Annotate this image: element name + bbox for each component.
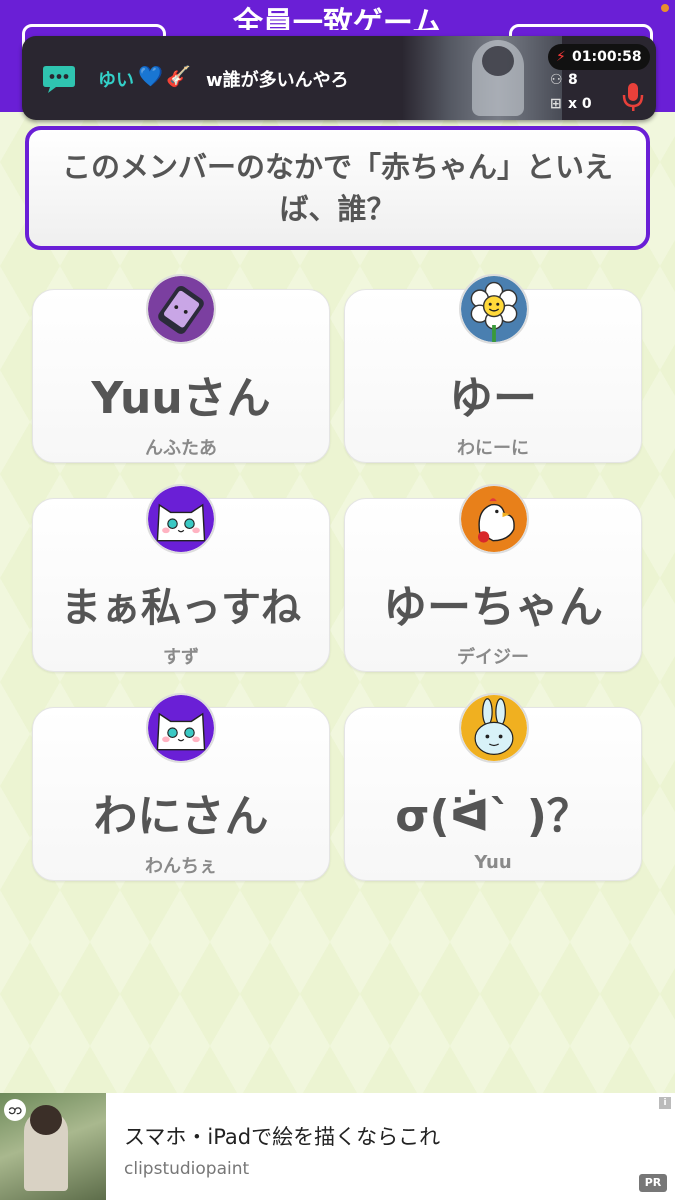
stream-timer: ⚡ 01:00:58 <box>548 44 650 70</box>
microphone-icon[interactable] <box>622 82 644 112</box>
player-name: すず <box>163 647 199 668</box>
cat-icon <box>146 693 216 763</box>
player-name: わんちぇ <box>145 856 217 877</box>
ad-image: ဘ <box>0 1093 106 1200</box>
answer-text: まぁ私っすね <box>61 585 301 631</box>
phone-icon <box>146 274 216 344</box>
timer-value: 01:00:58 <box>572 49 642 65</box>
question-text: このメンバーのなかで「赤ちゃん」といえば、誰？ <box>61 150 613 226</box>
viewer-count: ⚇ 8 <box>550 72 578 88</box>
rabbit-icon <box>459 693 529 763</box>
answer-text: ゆーちゃん <box>383 582 603 633</box>
answer-text: Yuuさん <box>91 373 271 424</box>
lightning-icon: ⚡ <box>556 49 566 65</box>
stream-thumbnail <box>402 36 562 120</box>
stream-overlay[interactable]: ゆい 💙 🎸 w誰が多いんやろ ⚡ 01:00:58 ⚇ 8 ⊞ x 0 <box>22 36 656 120</box>
player-name: Yuu <box>474 852 512 873</box>
gift-icon: ⊞ <box>550 96 562 112</box>
ad-title: スマホ・iPadで絵を描くならこれ <box>124 1125 441 1149</box>
player-name: デイジー <box>457 647 529 668</box>
chat-username: ゆい <box>98 70 134 91</box>
pr-badge: PR <box>639 1174 667 1192</box>
question-panel: このメンバーのなかで「赤ちゃん」といえば、誰？ <box>25 126 650 250</box>
viewer-count-value: 8 <box>568 72 578 88</box>
blue-heart-icon: 💙 <box>138 64 163 88</box>
chat-message: w誰が多いんやろ <box>206 70 349 91</box>
ad-info-icon[interactable]: i <box>659 1097 671 1109</box>
ad-banner[interactable]: ဘ スマホ・iPadで絵を描くならこれ clipstudiopaint i PR <box>0 1093 675 1200</box>
answer-text: わにさん <box>93 791 269 842</box>
gift-count-value: x 0 <box>568 96 592 112</box>
player-name: わにーに <box>457 438 529 459</box>
chat-bubble-icon <box>43 66 75 93</box>
answer-text: ゆー <box>449 373 537 424</box>
guitar-icon: 🎸 <box>166 64 191 88</box>
gift-count: ⊞ x 0 <box>550 96 592 112</box>
person-icon: ⚇ <box>550 72 563 88</box>
answer-text: σ(ᐛ` )？ <box>395 791 591 842</box>
ad-subtitle: clipstudiopaint <box>124 1159 250 1179</box>
app-logo-icon: ဘ <box>4 1099 26 1121</box>
player-name: んふたあ <box>145 438 217 459</box>
cat-icon <box>146 484 216 554</box>
bird-icon <box>459 484 529 554</box>
notification-dot <box>661 4 669 12</box>
flower-icon <box>459 274 529 344</box>
